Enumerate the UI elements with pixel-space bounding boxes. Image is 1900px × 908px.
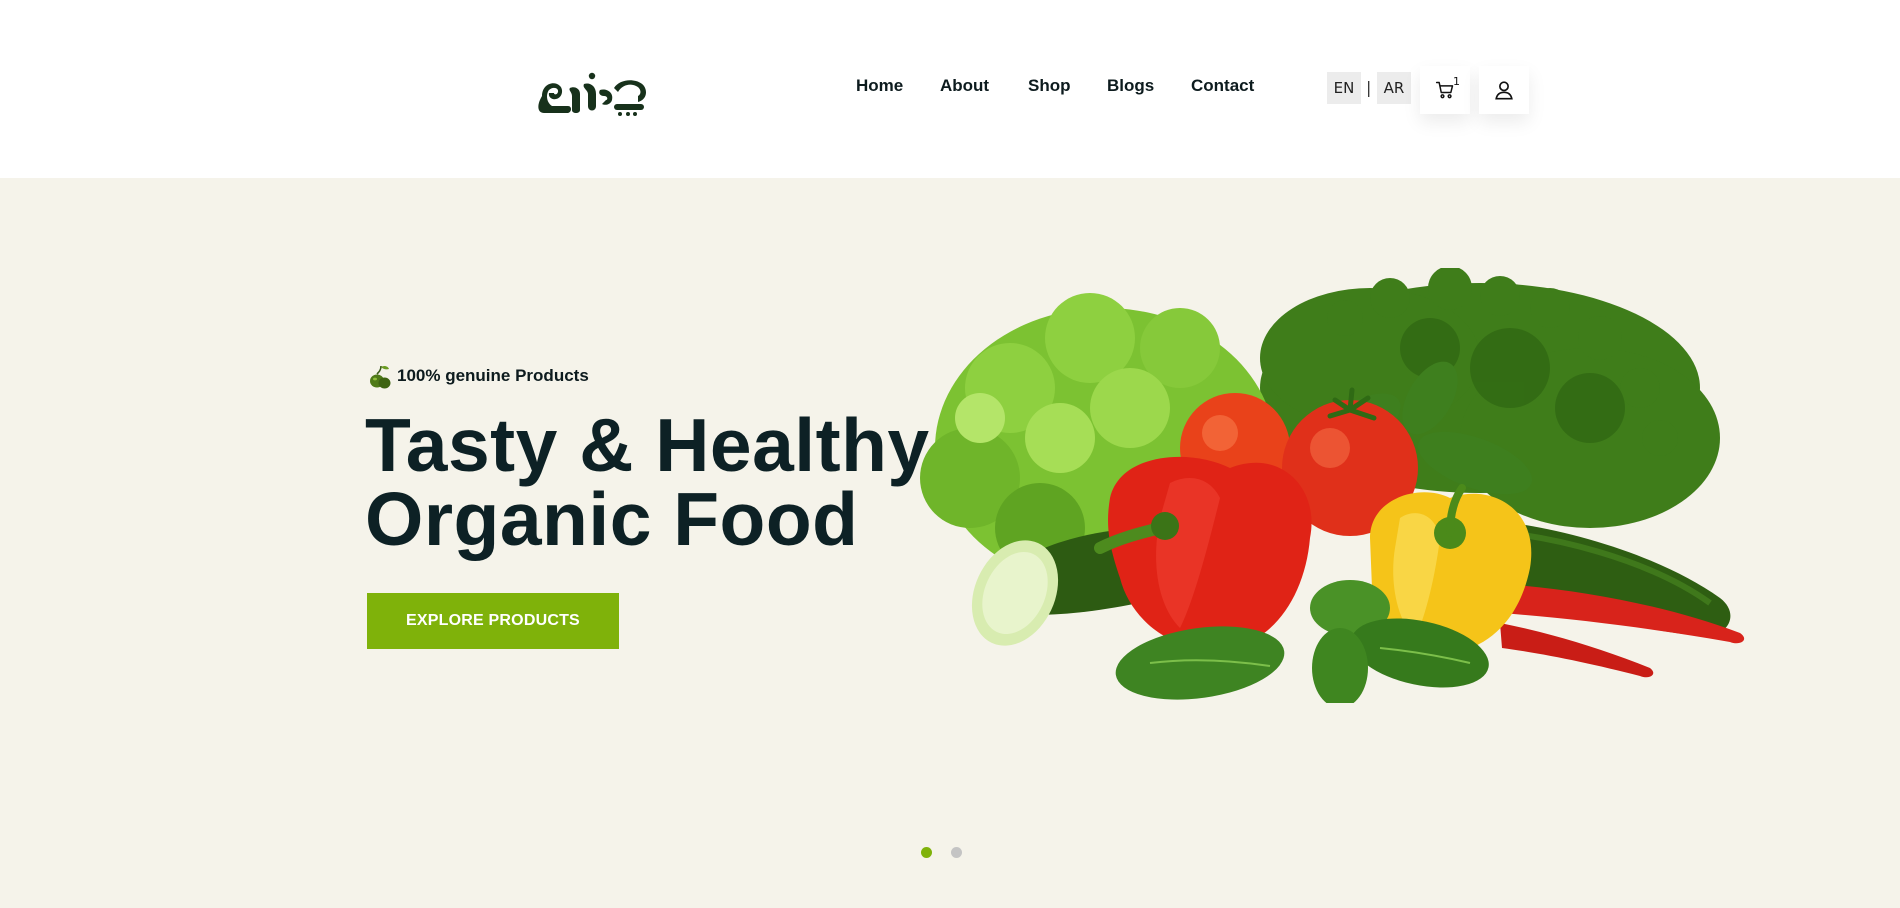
hero-title: Tasty & Healthy Organic Food (365, 403, 930, 561)
cart-button[interactable]: 1 (1420, 66, 1470, 114)
hero-title-line1: Tasty & Healthy (365, 403, 930, 487)
logo-mark (538, 72, 646, 116)
nav-contact[interactable]: Contact (1191, 76, 1254, 96)
slider-dots (921, 847, 962, 858)
site-logo[interactable] (534, 66, 652, 122)
red-pepper (1094, 456, 1312, 649)
explore-products-button[interactable]: EXPLORE PRODUCTS (367, 593, 619, 649)
account-button[interactable] (1479, 66, 1529, 114)
nav-blogs[interactable]: Blogs (1107, 76, 1154, 96)
genuine-badge: 100% genuine Products (367, 362, 589, 390)
nav-about[interactable]: About (940, 76, 989, 96)
badge-text: 100% genuine Products (397, 366, 589, 385)
hero-title-line2: Organic Food (365, 477, 859, 561)
slider-dot-2[interactable] (951, 847, 962, 858)
olive-icon (370, 365, 391, 389)
lang-ar-button[interactable]: AR (1377, 72, 1411, 104)
lang-en-button[interactable]: EN (1327, 72, 1361, 104)
vegetables-image (920, 268, 1745, 703)
slider-dot-1[interactable] (921, 847, 932, 858)
nav-home[interactable]: Home (856, 76, 903, 96)
cart-icon (1435, 81, 1454, 99)
nav-shop[interactable]: Shop (1028, 76, 1071, 96)
hero-slider: 100% genuine Products Tasty & Healthy Or… (0, 178, 1900, 908)
site-header: Home About Shop Blogs Contact EN | AR 1 (0, 0, 1900, 178)
user-icon (1495, 81, 1513, 100)
lang-separator: | (1366, 78, 1372, 97)
cart-count-badge: 1 (1453, 75, 1460, 88)
